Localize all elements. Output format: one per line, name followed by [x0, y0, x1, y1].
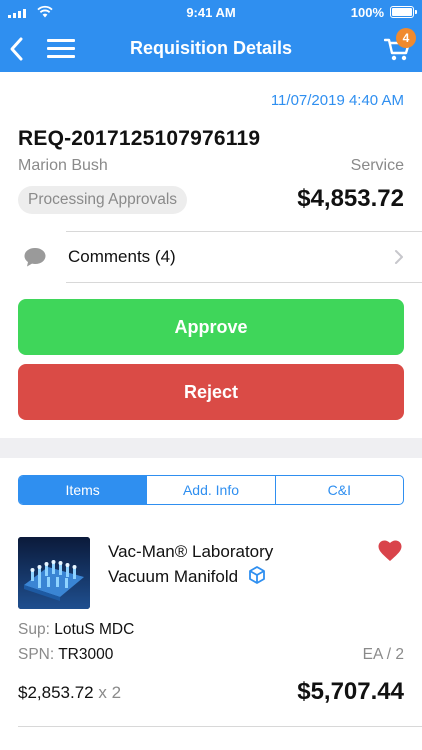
battery-icon: [390, 6, 417, 18]
unit-price: $2,853.72: [18, 683, 94, 702]
navigation-bar: Requisition Details 4: [0, 26, 422, 72]
item-unit-price: $2,853.72 x 2: [18, 683, 121, 703]
comments-row[interactable]: Comments (4): [0, 232, 422, 282]
detail-tabs: Items Add. Info C&I: [18, 475, 404, 505]
tab-c-and-i[interactable]: C&I: [274, 476, 403, 504]
chevron-right-icon: [395, 250, 403, 264]
divider: [66, 282, 422, 283]
item-name-block[interactable]: Vac-Man® Laboratory Vacuum Manifold: [108, 539, 338, 589]
page-title: Requisition Details: [129, 38, 293, 58]
tab-items[interactable]: Items: [19, 476, 147, 504]
requisition-date: 11/07/2019 4:40 AM: [270, 92, 404, 109]
speech-bubble-icon: [24, 248, 46, 267]
status-badge: Processing Approvals: [18, 186, 188, 214]
item-supplier: Sup: LotuS MDC: [18, 621, 135, 638]
cart-badge: 4: [396, 28, 416, 48]
item-extended-price: $5,707.44: [297, 678, 404, 705]
item-uom: EA / 2: [362, 646, 404, 663]
item-spn: SPN: TR3000: [18, 646, 114, 663]
section-separator: [0, 438, 422, 458]
heart-icon[interactable]: [378, 540, 402, 562]
approve-button[interactable]: Approve: [18, 299, 404, 355]
item-quantity: x 2: [98, 683, 122, 702]
tab-add-info[interactable]: Add. Info: [146, 476, 274, 504]
product-thumbnail[interactable]: [18, 537, 90, 609]
divider: [18, 726, 422, 727]
requisition-id: REQ-2017125107976119: [18, 127, 261, 150]
supplier-name: LotuS MDC: [54, 621, 135, 638]
cube-icon: [248, 566, 265, 584]
comments-label: Comments (4): [68, 247, 176, 266]
status-bar: 9:41 AM 100%: [0, 0, 422, 26]
requisition-total: $4,853.72: [297, 185, 404, 212]
reject-button[interactable]: Reject: [18, 364, 404, 420]
battery-percent: 100%: [350, 5, 384, 20]
requisition-type: Service: [350, 157, 404, 174]
requester-name: Marion Bush: [18, 157, 108, 174]
top-bar: 9:41 AM 100% Requisition Details 4: [0, 0, 422, 72]
spn-value: TR3000: [58, 646, 114, 663]
